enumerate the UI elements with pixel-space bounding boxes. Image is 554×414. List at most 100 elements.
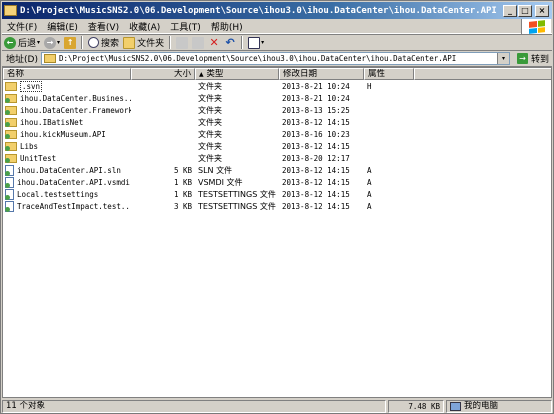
standard-toolbar: ← 后退 ▾ → ▾ ↑ 搜索 文件夹 ✕ ↶ ▾: [2, 34, 552, 51]
file-list[interactable]: 名称 大小 ▲ 类型 修改日期 属性 .svn 文件夹 2013-8-21 10…: [2, 67, 552, 398]
address-path[interactable]: D:\Project\MusicSNS2.0\06.Development\So…: [59, 54, 456, 63]
column-header-date[interactable]: 修改日期: [279, 68, 364, 80]
delete-button[interactable]: ✕: [206, 35, 222, 50]
menu-view[interactable]: 查看(V): [83, 20, 124, 33]
folder-up-icon: ↑: [64, 36, 77, 49]
item-size: 1 KB: [173, 177, 192, 187]
item-type: 文件夹: [198, 141, 222, 151]
status-bar: 11 个对象 7.48 KB 我的电脑: [2, 399, 552, 413]
forward-dropdown-icon[interactable]: ▾: [57, 39, 60, 46]
item-type: VSMDI 文件: [198, 177, 243, 187]
status-location: 我的电脑: [446, 399, 552, 413]
item-attributes: H: [367, 81, 372, 91]
minimize-button[interactable]: _: [503, 4, 517, 17]
folder-icon: [5, 105, 17, 115]
list-item[interactable]: .svn 文件夹 2013-8-21 10:24 H: [3, 80, 551, 92]
menu-file[interactable]: 文件(F): [2, 20, 42, 33]
toolbar-separator: [169, 36, 172, 49]
menu-help[interactable]: 帮助(H): [206, 20, 248, 33]
address-dropdown-icon[interactable]: ▾: [496, 53, 509, 64]
folder-icon: [5, 153, 17, 163]
item-type: 文件夹: [198, 153, 222, 163]
item-size: 5 KB: [173, 165, 192, 175]
windows-flag-icon: [528, 19, 545, 34]
copy-to-button[interactable]: [190, 35, 206, 50]
back-dropdown-icon[interactable]: ▾: [37, 39, 40, 46]
maximize-button[interactable]: □: [518, 4, 532, 17]
close-button[interactable]: ×: [535, 4, 549, 17]
item-name: Local.testsettings: [17, 189, 99, 199]
undo-button[interactable]: ↶: [222, 35, 238, 50]
column-header-type[interactable]: ▲ 类型: [195, 68, 279, 80]
column-header-name[interactable]: 名称: [3, 68, 131, 80]
item-date: 2013-8-12 14:15: [282, 189, 350, 199]
list-item[interactable]: ihou.IBatisNet 文件夹 2013-8-12 14:15: [3, 116, 551, 128]
move-to-icon: [176, 36, 189, 49]
list-item[interactable]: ihou.DataCenter.API.vsmdi 1 KB VSMDI 文件 …: [3, 176, 551, 188]
menu-favorites[interactable]: 收藏(A): [124, 20, 165, 33]
item-name: ihou.IBatisNet: [20, 117, 84, 127]
item-type: TESTSETTINGS 文件: [198, 189, 276, 199]
folder-icon: [5, 141, 17, 151]
item-date: 2013-8-12 14:15: [282, 177, 350, 187]
item-attributes: A: [367, 165, 372, 175]
search-label: 搜索: [101, 39, 120, 49]
item-date: 2013-8-21 10:24: [282, 81, 350, 91]
status-object-count: 11 个对象: [2, 399, 386, 413]
menu-tools[interactable]: 工具(T): [165, 20, 206, 33]
item-attributes: A: [367, 177, 372, 187]
column-header-attributes[interactable]: 属性: [364, 68, 414, 80]
folder-icon: [5, 93, 17, 103]
item-type: 文件夹: [198, 129, 222, 139]
move-to-button[interactable]: [174, 35, 190, 50]
item-name: .svn: [20, 80, 43, 92]
column-header-size[interactable]: 大小: [131, 68, 195, 80]
folders-button[interactable]: 文件夹: [121, 35, 166, 50]
title-bar[interactable]: D:\Project\MusicSNS2.0\06.Development\So…: [2, 2, 552, 19]
list-item[interactable]: TraceAndTestImpact.test... 3 KB TESTSETT…: [3, 200, 551, 212]
list-item[interactable]: ihou.kickMuseum.API 文件夹 2013-8-16 10:23: [3, 128, 551, 140]
list-item[interactable]: Libs 文件夹 2013-8-12 14:15: [3, 140, 551, 152]
list-item[interactable]: ihou.DataCenter.Busines... 文件夹 2013-8-21…: [3, 92, 551, 104]
address-bar: 地址(D) D:\Project\MusicSNS2.0\06.Developm…: [2, 51, 552, 67]
delete-icon: ✕: [209, 36, 219, 49]
folder-icon: [5, 81, 17, 91]
item-name: ihou.kickMuseum.API: [20, 129, 106, 139]
item-size: 3 KB: [173, 201, 192, 211]
views-button[interactable]: ▾: [246, 35, 266, 50]
views-dropdown-icon[interactable]: ▾: [261, 39, 264, 46]
back-label: 后退: [18, 39, 37, 49]
forward-button[interactable]: → ▾: [42, 35, 62, 50]
search-button[interactable]: 搜索: [86, 35, 121, 50]
item-type: 文件夹: [198, 117, 222, 127]
column-header-type-label: 类型: [206, 69, 224, 79]
item-date: 2013-8-13 15:25: [282, 105, 350, 115]
search-icon: [88, 37, 100, 48]
item-date: 2013-8-12 14:15: [282, 141, 350, 151]
go-button[interactable]: → 转到: [514, 52, 552, 65]
item-type: 文件夹: [198, 93, 222, 103]
go-label: 转到: [530, 55, 549, 65]
item-date: 2013-8-20 12:17: [282, 153, 350, 163]
explorer-window: D:\Project\MusicSNS2.0\06.Development\So…: [0, 0, 554, 414]
list-item[interactable]: ihou.DataCenter.API.sln 5 KB SLN 文件 2013…: [3, 164, 551, 176]
item-attributes: A: [367, 189, 372, 199]
window-controls: _ □ ×: [503, 4, 549, 17]
folders-icon: [123, 36, 136, 49]
item-name: ihou.DataCenter.API.sln: [17, 165, 121, 175]
back-button[interactable]: ← 后退 ▾: [2, 35, 42, 50]
item-date: 2013-8-12 14:15: [282, 117, 350, 127]
file-icon: [5, 164, 14, 176]
item-name: ihou.DataCenter.Busines...: [20, 93, 131, 103]
list-item[interactable]: UnitTest 文件夹 2013-8-20 12:17: [3, 152, 551, 164]
list-item[interactable]: ihou.DataCenter.Framework 文件夹 2013-8-13 …: [3, 104, 551, 116]
item-type: TESTSETTINGS 文件: [198, 201, 276, 211]
status-total-size: 7.48 KB: [388, 399, 444, 413]
item-date: 2013-8-16 10:23: [282, 129, 350, 139]
up-button[interactable]: ↑: [62, 35, 78, 50]
menu-edit[interactable]: 编辑(E): [42, 20, 83, 33]
list-item[interactable]: Local.testsettings 1 KB TESTSETTINGS 文件 …: [3, 188, 551, 200]
item-date: 2013-8-12 14:15: [282, 201, 350, 211]
folder-icon: [4, 5, 17, 16]
address-input[interactable]: D:\Project\MusicSNS2.0\06.Development\So…: [40, 52, 510, 65]
